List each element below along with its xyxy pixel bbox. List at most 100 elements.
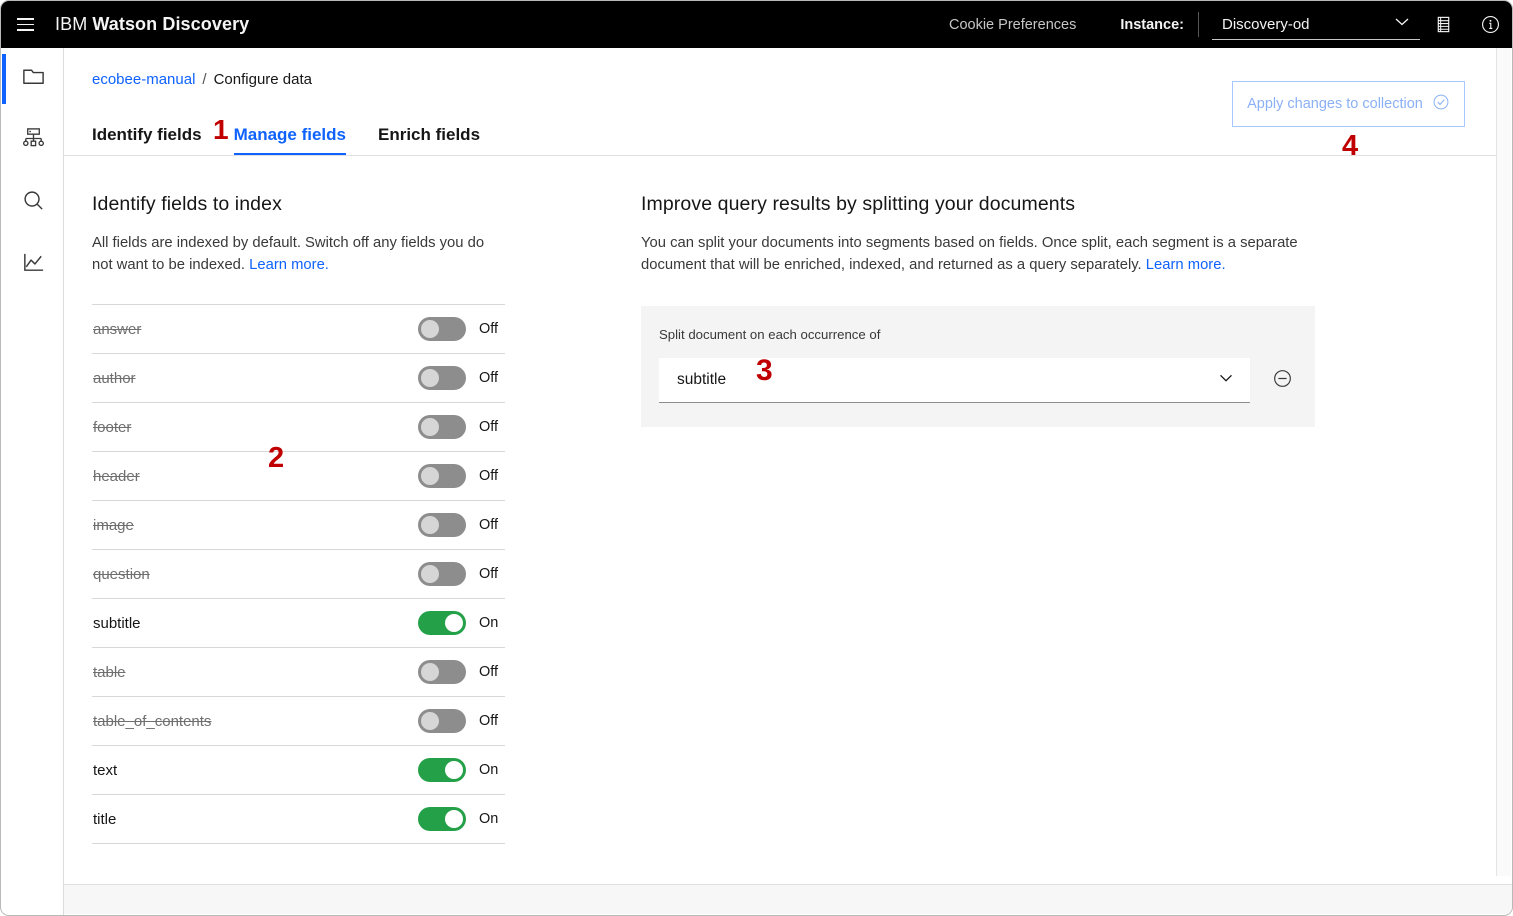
field-toggle-author[interactable] [418, 366, 466, 391]
field-toggle-subtitle[interactable] [418, 611, 466, 636]
field-state-subtitle: On [479, 615, 499, 632]
identify-fields-section: Identify fields to index All fields are … [92, 193, 505, 845]
split-documents-section: Improve query results by splitting your … [641, 193, 1321, 428]
split-field-row: subtitle [659, 358, 1293, 404]
tab-bar-divider [64, 155, 1499, 156]
field-row-image: image Off [92, 501, 505, 551]
breadcrumb-current: Configure data [213, 71, 312, 88]
instance-selected-value: Discovery-od [1222, 15, 1310, 33]
hamburger-icon[interactable] [1, 1, 49, 48]
identify-fields-title: Identify fields to index [92, 193, 282, 215]
field-state-answer: Off [479, 321, 499, 338]
split-documents-title: Improve query results by splitting your … [641, 193, 1076, 215]
brand-prefix: IBM [55, 14, 88, 34]
field-control-title: On [418, 807, 503, 832]
app-brand[interactable]: IBM Watson Discovery [55, 14, 249, 35]
toggle-knob [421, 712, 439, 731]
field-row-table: table Off [92, 648, 505, 698]
apply-changes-label: Apply changes to collection [1247, 96, 1423, 112]
checkmark-outline-icon [1432, 93, 1450, 115]
field-row-text: text On [92, 746, 505, 796]
sidebar-item-analytics[interactable] [2, 234, 64, 296]
field-row-question: question Off [92, 550, 505, 600]
split-field-selected-value: subtitle [677, 371, 727, 389]
global-header: IBM Watson Discovery Cookie Preferences I… [1, 1, 1512, 48]
header-divider [1198, 12, 1199, 37]
field-row-header: header Off [92, 452, 505, 502]
field-row-footer: footer Off [92, 403, 505, 453]
toggle-knob [445, 810, 463, 829]
toggle-knob [421, 516, 439, 535]
field-row-table-of-contents: table_of_contents Off [92, 697, 505, 747]
identify-fields-description: All fields are indexed by default. Switc… [92, 233, 505, 276]
app-window: IBM Watson Discovery Cookie Preferences I… [0, 0, 1513, 916]
toggle-knob [421, 467, 439, 486]
search-icon [21, 188, 46, 218]
field-toggle-image[interactable] [418, 513, 466, 538]
toggle-knob [445, 614, 463, 633]
field-control-table: Off [418, 660, 503, 685]
footer-ghost-text [804, 913, 807, 914]
field-name-title: title [93, 810, 117, 828]
field-name-image: image [93, 516, 134, 534]
field-state-header: Off [479, 468, 499, 485]
field-control-question: Off [418, 562, 503, 587]
sidebar-item-query[interactable] [2, 172, 64, 234]
split-documents-description: You can split your documents into segmen… [641, 233, 1321, 276]
remove-split-field-button[interactable] [1271, 369, 1293, 392]
browser-footer-strip [64, 884, 1512, 914]
tab-identify-fields[interactable]: Identify fields [92, 125, 202, 156]
field-toggle-list: answer Off author Off footer Off header … [92, 304, 505, 845]
field-toggle-title[interactable] [418, 807, 466, 832]
field-control-header: Off [418, 464, 503, 489]
tab-manage-fields[interactable]: Manage fields [233, 125, 347, 156]
sitemap-icon [21, 126, 46, 156]
split-learn-more-link[interactable]: Learn more. [1146, 257, 1226, 273]
sidebar-item-collections[interactable] [2, 48, 64, 110]
field-toggle-table-of-contents[interactable] [418, 709, 466, 734]
field-name-table: table [93, 663, 126, 681]
sidebar-item-fields[interactable] [2, 110, 64, 172]
header-right-group: Cookie Preferences Instance: Discovery-o… [949, 1, 1512, 48]
notebook-icon[interactable] [1420, 1, 1467, 48]
field-control-footer: Off [418, 415, 503, 440]
field-toggle-question[interactable] [418, 562, 466, 587]
split-field-select[interactable]: subtitle [659, 358, 1250, 404]
breadcrumb: ecobee-manual / Configure data [92, 71, 312, 88]
field-state-author: Off [479, 370, 499, 387]
field-control-text: On [418, 758, 503, 783]
field-state-image: Off [479, 517, 499, 534]
field-toggle-footer[interactable] [418, 415, 466, 440]
folder-icon [21, 64, 46, 94]
toggle-knob [445, 761, 463, 780]
identify-learn-more-link[interactable]: Learn more. [249, 257, 329, 273]
vertical-scrollbar[interactable] [1496, 48, 1511, 876]
field-toggle-answer[interactable] [418, 317, 466, 342]
apply-changes-button[interactable]: Apply changes to collection [1232, 81, 1465, 127]
field-toggle-header[interactable] [418, 464, 466, 489]
cookie-preferences-link[interactable]: Cookie Preferences [949, 17, 1076, 33]
field-name-header: header [93, 467, 140, 485]
field-row-title: title On [92, 795, 505, 845]
field-toggle-text[interactable] [418, 758, 466, 783]
analytics-icon [21, 250, 46, 280]
toggle-knob [421, 369, 439, 388]
field-name-footer: footer [93, 418, 132, 436]
field-row-subtitle: subtitle On [92, 599, 505, 649]
field-state-title: On [479, 811, 499, 828]
field-state-table: Off [479, 664, 499, 681]
field-name-question: question [93, 565, 150, 583]
tab-enrich-fields[interactable]: Enrich fields [378, 125, 480, 156]
information-icon[interactable] [1467, 1, 1512, 48]
field-name-table-of-contents: table_of_contents [93, 712, 212, 730]
left-nav-rail [2, 48, 64, 915]
breadcrumb-collection-link[interactable]: ecobee-manual [92, 71, 195, 88]
instance-select[interactable]: Discovery-od [1212, 9, 1420, 40]
split-panel-label: Split document on each occurrence of [659, 327, 881, 343]
field-state-table-of-contents: Off [479, 713, 499, 730]
brand-product: Watson Discovery [92, 14, 250, 34]
field-name-text: text [93, 761, 118, 779]
field-control-table-of-contents: Off [418, 709, 503, 734]
toggle-knob [421, 320, 439, 339]
field-toggle-table[interactable] [418, 660, 466, 685]
